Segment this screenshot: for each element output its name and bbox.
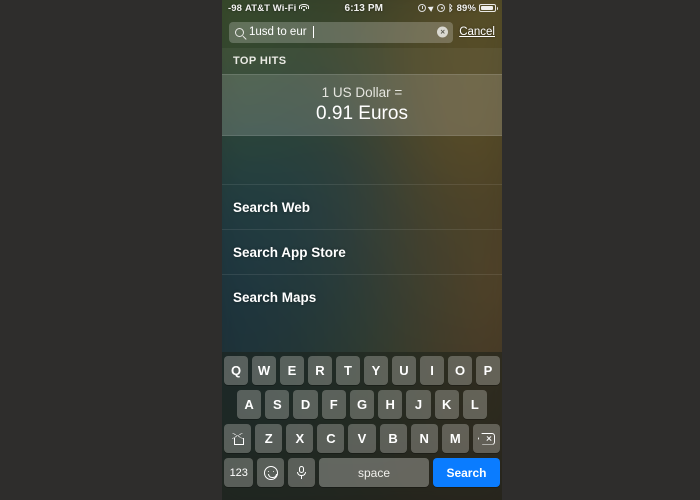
section-header-top-hits: TOP HITS <box>222 48 502 74</box>
on-screen-keyboard: Q W E R T Y U I O P A S D F G H J K L Z … <box>222 352 502 500</box>
location-arrow-icon <box>427 4 436 12</box>
status-bar: -98 AT&T Wi-Fi 6:13 PM ᛒ 89% <box>222 0 502 16</box>
battery-icon <box>479 4 498 12</box>
battery-percent-label: 89% <box>456 2 476 14</box>
key-z[interactable]: Z <box>255 424 283 453</box>
conversion-result-label: 0.91 Euros <box>316 103 408 124</box>
search-app-store-row[interactable]: Search App Store <box>222 229 502 274</box>
signal-strength-label: -98 <box>228 2 243 14</box>
search-maps-label: Search Maps <box>233 289 317 305</box>
search-web-label: Search Web <box>233 199 311 215</box>
search-key[interactable]: Search <box>432 458 500 487</box>
alarm-icon <box>418 4 427 12</box>
space-key[interactable]: space <box>319 458 429 487</box>
carrier-label: AT&T Wi-Fi <box>245 2 297 14</box>
search-input-value: 1usd to eur <box>249 26 307 38</box>
text-cursor <box>312 26 314 38</box>
key-m[interactable]: M <box>441 424 469 453</box>
phone-screen: -98 AT&T Wi-Fi 6:13 PM ᛒ 89% 1usd to eur… <box>222 0 502 500</box>
cancel-button[interactable]: Cancel <box>459 26 495 38</box>
dictation-key[interactable] <box>288 458 316 487</box>
key-l[interactable]: L <box>462 390 487 419</box>
key-t[interactable]: T <box>336 356 360 385</box>
key-v[interactable]: V <box>348 424 376 453</box>
search-maps-row[interactable]: Search Maps <box>222 274 502 319</box>
wifi-icon <box>299 4 310 12</box>
key-g[interactable]: G <box>349 390 375 419</box>
emoji-key[interactable] <box>257 458 285 487</box>
numbers-key[interactable]: 123 <box>224 458 254 487</box>
key-x[interactable]: X <box>286 424 314 453</box>
keyboard-row-1: Q W E R T Y U I O P <box>224 356 500 385</box>
keyboard-row-2: A S D F G H J K L <box>224 390 500 419</box>
shift-key[interactable] <box>224 424 252 453</box>
key-j[interactable]: J <box>406 390 431 419</box>
key-h[interactable]: H <box>378 390 403 419</box>
key-c[interactable]: C <box>317 424 345 453</box>
backspace-key[interactable] <box>472 424 500 453</box>
key-k[interactable]: K <box>434 390 459 419</box>
key-o[interactable]: O <box>448 356 472 385</box>
shift-icon <box>231 432 244 445</box>
conversion-from-label: 1 US Dollar = <box>321 85 403 100</box>
search-web-row[interactable]: Search Web <box>222 184 502 229</box>
key-s[interactable]: S <box>265 390 290 419</box>
microphone-icon <box>296 465 308 480</box>
search-icon <box>235 27 244 37</box>
screenshot-root: -98 AT&T Wi-Fi 6:13 PM ᛒ 89% 1usd to eur… <box>0 0 700 500</box>
key-n[interactable]: N <box>410 424 438 453</box>
key-w[interactable]: W <box>252 356 276 385</box>
backspace-icon <box>477 432 495 445</box>
key-q[interactable]: Q <box>224 356 248 385</box>
search-app-store-label: Search App Store <box>233 244 346 260</box>
search-input[interactable]: 1usd to eur × <box>229 21 454 43</box>
key-d[interactable]: D <box>293 390 318 419</box>
currency-conversion-card[interactable]: 1 US Dollar = 0.91 Euros <box>222 74 502 136</box>
key-u[interactable]: U <box>392 356 416 385</box>
key-f[interactable]: F <box>321 390 346 419</box>
status-bar-right: ᛒ 89% <box>418 2 498 14</box>
keyboard-row-4: 123 space Search <box>224 458 500 487</box>
clear-icon[interactable]: × <box>437 26 449 38</box>
rotation-lock-icon <box>437 4 446 12</box>
key-b[interactable]: B <box>379 424 407 453</box>
key-r[interactable]: R <box>308 356 332 385</box>
emoji-icon <box>263 465 278 480</box>
status-bar-left: -98 AT&T Wi-Fi <box>228 2 310 14</box>
search-results: TOP HITS 1 US Dollar = 0.91 Euros Search… <box>222 48 502 352</box>
key-a[interactable]: A <box>237 390 262 419</box>
key-y[interactable]: Y <box>364 356 388 385</box>
key-i[interactable]: I <box>420 356 444 385</box>
keyboard-row-3: Z X C V B N M <box>224 424 500 453</box>
bluetooth-icon: ᛒ <box>448 2 454 13</box>
status-bar-clock: 6:13 PM <box>344 2 384 14</box>
key-p[interactable]: P <box>476 356 500 385</box>
search-bar: 1usd to eur × Cancel <box>222 18 502 46</box>
key-e[interactable]: E <box>280 356 304 385</box>
results-gap <box>222 136 502 184</box>
